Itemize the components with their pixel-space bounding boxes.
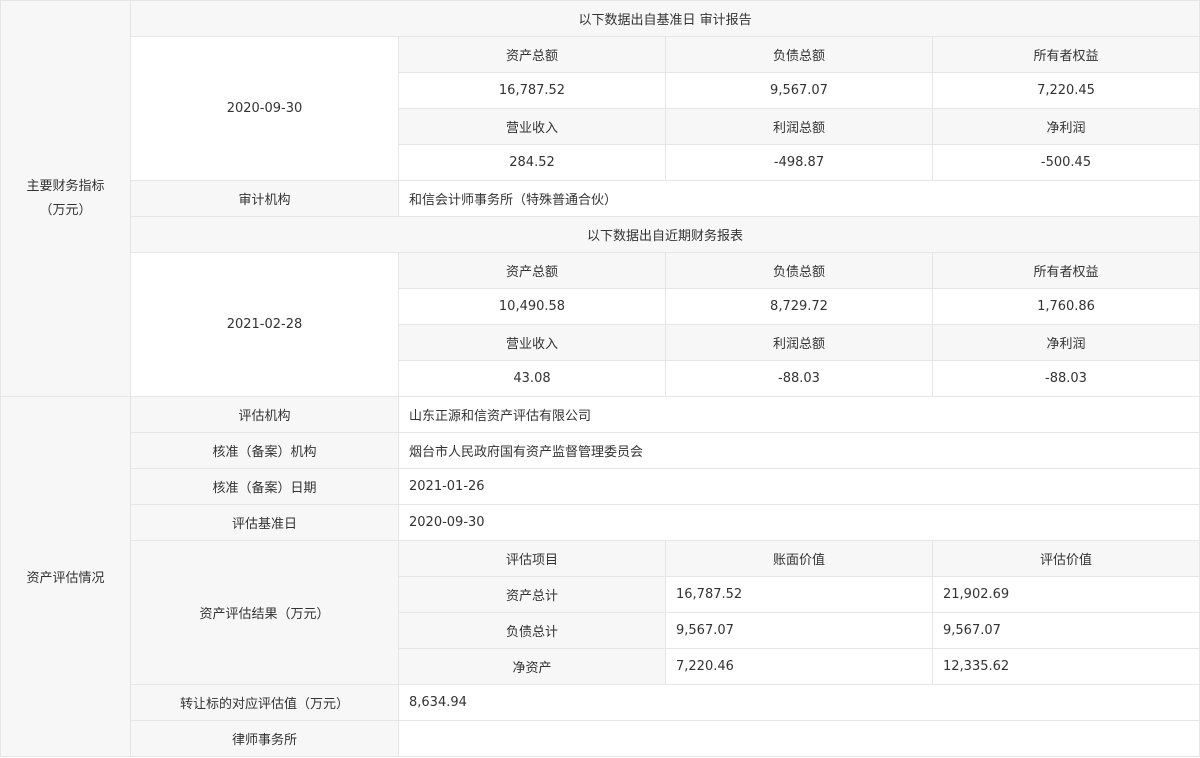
result-header-appraised-value: 评估价值 bbox=[931, 540, 1200, 577]
approval-org-value: 烟台市人民政府国有资产监督管理委员会 bbox=[397, 432, 1200, 469]
table-row: 资产评估情况 评估机构 山东正源和信资产评估有限公司 bbox=[0, 396, 1200, 757]
recent-header-total-liabilities: 负债总额 bbox=[665, 252, 933, 289]
valuation-base-date-label: 评估基准日 bbox=[130, 504, 399, 541]
recent-value-total-assets: 10,490.58 bbox=[398, 288, 666, 325]
approval-date-value: 2021-01-26 bbox=[397, 468, 1200, 505]
transfer-valuation-value: 8,634.94 bbox=[397, 684, 1200, 721]
result-appraised-net-assets: 12,335.62 bbox=[931, 648, 1200, 685]
table-row: 核准（备案）机构 烟台市人民政府国有资产监督管理委员会 bbox=[1, 432, 1200, 469]
table-row: 资产评估结果（万元） 评估项目 账面价值 评估价值 bbox=[1, 540, 1200, 685]
recent-header-owner-equity: 所有者权益 bbox=[931, 252, 1200, 289]
audit-header-owner-equity: 所有者权益 bbox=[931, 36, 1200, 73]
law-firm-label: 律师事务所 bbox=[130, 720, 399, 757]
audit-header-net-profit: 净利润 bbox=[931, 108, 1200, 145]
financial-category-unit: （万元） bbox=[39, 202, 92, 218]
table-row: 律师事务所 bbox=[1, 720, 1200, 757]
recent-value-total-profit: -88.03 bbox=[665, 360, 933, 397]
law-firm-value bbox=[397, 720, 1200, 757]
result-book-total-assets: 16,787.52 bbox=[665, 576, 933, 613]
recent-block-header: 以下数据出自近期财务报表 bbox=[129, 216, 1200, 253]
result-book-total-liabilities: 9,567.07 bbox=[665, 612, 933, 649]
recent-header-total-assets: 资产总额 bbox=[398, 252, 666, 289]
valuation-base-date-value: 2020-09-30 bbox=[397, 504, 1200, 541]
table-row: 核准（备案）日期 2021-01-26 bbox=[1, 468, 1200, 505]
approval-date-label: 核准（备案）日期 bbox=[130, 468, 399, 505]
table-row: 2021-02-28 资产总额 负债总额 所有者权益 bbox=[1, 252, 1200, 397]
result-item-total-assets: 资产总计 bbox=[398, 576, 666, 613]
audit-org-label: 审计机构 bbox=[130, 180, 399, 217]
financial-category-cell: 主要财务指标 （万元） bbox=[0, 0, 131, 397]
audit-header-revenue: 营业收入 bbox=[398, 108, 666, 145]
recent-date: 2021-02-28 bbox=[130, 252, 399, 397]
table-row: 转让标的对应评估值（万元） 8,634.94 bbox=[1, 684, 1200, 721]
audit-block-header: 以下数据出自基准日 审计报告 bbox=[129, 0, 1200, 37]
audit-value-total-assets: 16,787.52 bbox=[398, 72, 666, 109]
table-row: 审计机构 和信会计师事务所（特殊普通合伙） bbox=[1, 180, 1200, 217]
result-appraised-total-liabilities: 9,567.07 bbox=[931, 612, 1200, 649]
audit-header-total-assets: 资产总额 bbox=[398, 36, 666, 73]
audit-date: 2020-09-30 bbox=[130, 36, 399, 181]
transfer-info-table: 主要财务指标 （万元） 以下数据出自基准日 审计报告 2020-09-30 资产… bbox=[0, 0, 1200, 757]
table-row: 以下数据出自近期财务报表 bbox=[1, 216, 1200, 253]
valuation-org-label: 评估机构 bbox=[130, 396, 399, 433]
recent-value-total-liabilities: 8,729.72 bbox=[665, 288, 933, 325]
recent-value-owner-equity: 1,760.86 bbox=[931, 288, 1200, 325]
result-book-net-assets: 7,220.46 bbox=[665, 648, 933, 685]
recent-value-revenue: 43.08 bbox=[398, 360, 666, 397]
transfer-valuation-label: 转让标的对应评估值（万元） bbox=[130, 684, 399, 721]
recent-header-net-profit: 净利润 bbox=[931, 324, 1200, 361]
recent-header-total-profit: 利润总额 bbox=[665, 324, 933, 361]
audit-header-total-liabilities: 负债总额 bbox=[665, 36, 933, 73]
recent-header-revenue: 营业收入 bbox=[398, 324, 666, 361]
result-header-book-value: 账面价值 bbox=[665, 540, 933, 577]
valuation-result-label: 资产评估结果（万元） bbox=[130, 540, 399, 685]
table-row: 2020-09-30 资产总额 负债总额 所有者权益 bbox=[1, 36, 1200, 181]
financial-category-label: 主要财务指标 bbox=[26, 178, 105, 194]
audit-value-net-profit: -500.45 bbox=[931, 144, 1200, 181]
table-row: 主要财务指标 （万元） 以下数据出自基准日 审计报告 bbox=[0, 0, 1200, 397]
audit-value-total-liabilities: 9,567.07 bbox=[665, 72, 933, 109]
audit-header-total-profit: 利润总额 bbox=[665, 108, 933, 145]
approval-org-label: 核准（备案）机构 bbox=[130, 432, 399, 469]
valuation-org-value: 山东正源和信资产评估有限公司 bbox=[397, 396, 1200, 433]
recent-value-net-profit: -88.03 bbox=[931, 360, 1200, 397]
result-header-item: 评估项目 bbox=[398, 540, 666, 577]
audit-value-owner-equity: 7,220.45 bbox=[931, 72, 1200, 109]
result-item-net-assets: 净资产 bbox=[398, 648, 666, 685]
valuation-category-cell: 资产评估情况 bbox=[0, 396, 131, 757]
audit-org-value: 和信会计师事务所（特殊普通合伙） bbox=[397, 180, 1200, 217]
table-row: 评估基准日 2020-09-30 bbox=[1, 504, 1200, 541]
result-appraised-total-assets: 21,902.69 bbox=[931, 576, 1200, 613]
audit-value-total-profit: -498.87 bbox=[665, 144, 933, 181]
audit-value-revenue: 284.52 bbox=[398, 144, 666, 181]
result-item-total-liabilities: 负债总计 bbox=[398, 612, 666, 649]
